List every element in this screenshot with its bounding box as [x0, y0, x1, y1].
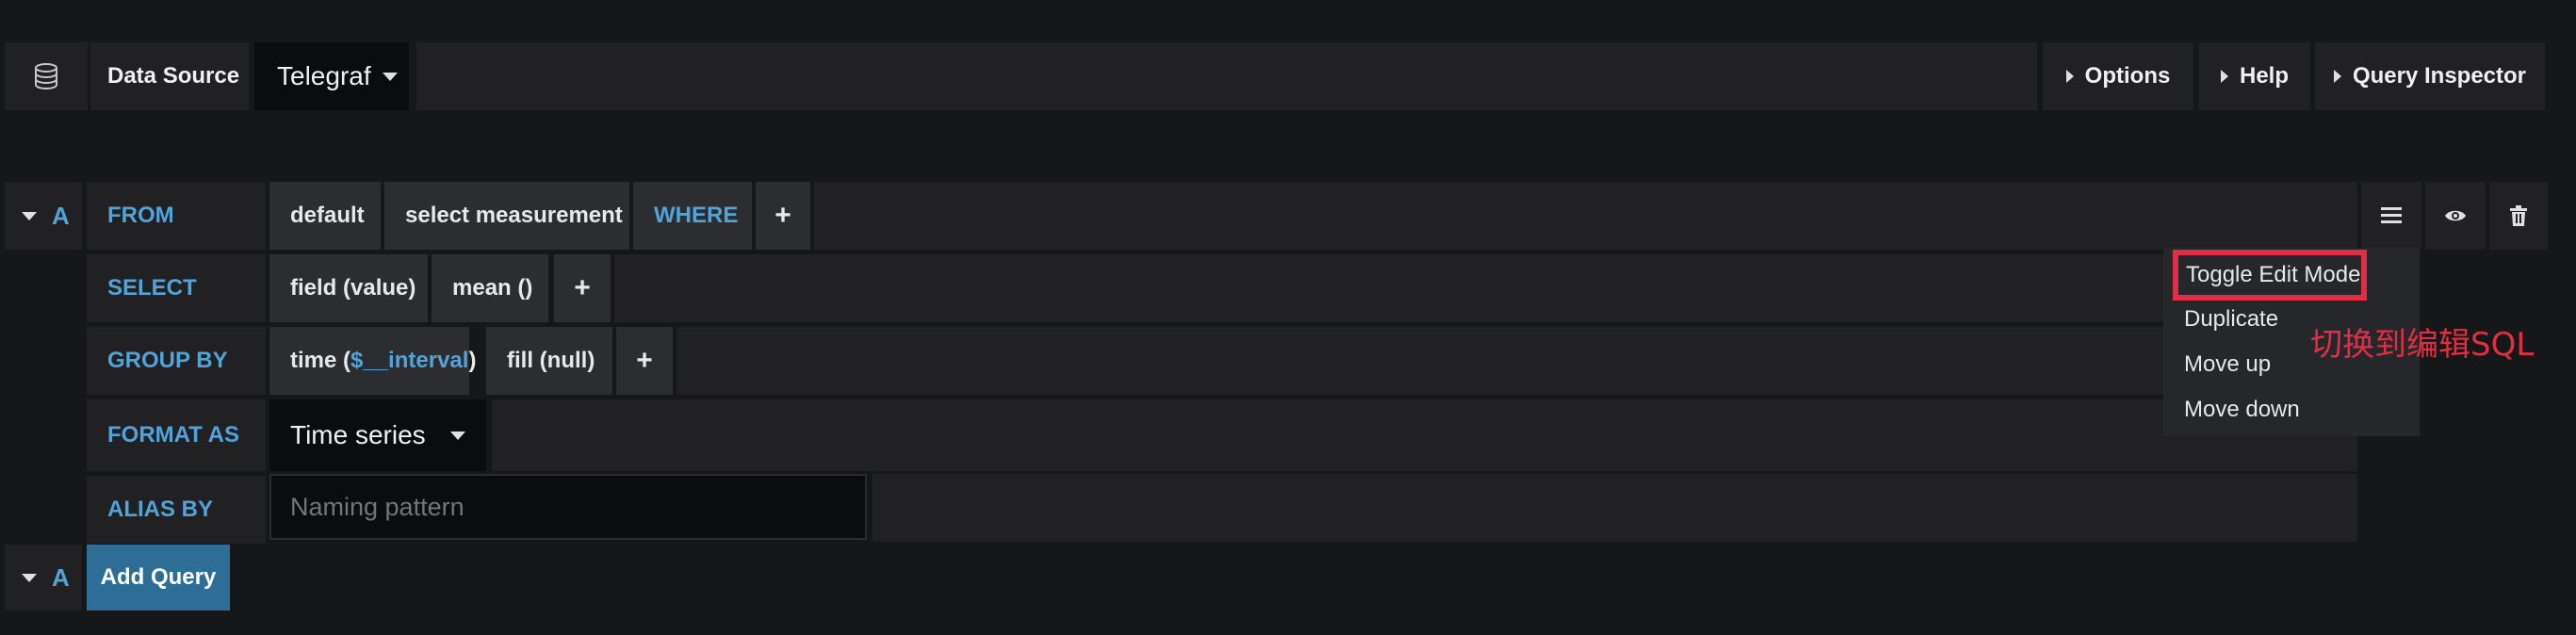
- from-keyword: FROM: [87, 182, 266, 250]
- add-group-by-button[interactable]: +: [616, 327, 673, 395]
- help-button[interactable]: Help: [2199, 42, 2310, 110]
- retention-policy-select[interactable]: default: [269, 182, 381, 250]
- caret-right-icon: [2333, 70, 2341, 83]
- chevron-down-icon: [450, 431, 465, 440]
- toggle-visibility-button[interactable]: [2425, 182, 2486, 250]
- fill-part[interactable]: fill (null): [486, 327, 612, 395]
- menu-item-toggle-edit-mode[interactable]: Toggle Edit Mode: [2186, 262, 2360, 288]
- query-menu-button[interactable]: [2361, 182, 2421, 250]
- chevron-down-icon: [22, 211, 37, 220]
- menu-item-move-up[interactable]: Move up: [2184, 351, 2271, 378]
- chevron-down-icon: [22, 573, 37, 582]
- annotation-text: 切换到编辑SQL: [2310, 326, 2535, 364]
- chevron-down-icon: [382, 72, 398, 81]
- help-label: Help: [2239, 63, 2289, 89]
- group-by-keyword: GROUP BY: [87, 327, 266, 395]
- select-keyword: SELECT: [87, 254, 266, 322]
- group-by-time-part[interactable]: time ($__interval): [269, 327, 476, 395]
- group-by-filler: [677, 327, 2357, 395]
- menu-item-move-down[interactable]: Move down: [2184, 397, 2300, 423]
- eye-icon: [2445, 210, 2466, 221]
- database-icon: [35, 63, 57, 90]
- query-inspector-label: Query Inspector: [2352, 63, 2527, 89]
- add-query-ref-column: A: [5, 545, 82, 611]
- options-label: Options: [2084, 63, 2171, 89]
- caret-right-icon: [2065, 70, 2074, 83]
- interval-variable: $__interval: [351, 348, 469, 373]
- datasource-icon-box: [5, 42, 88, 110]
- remove-query-button[interactable]: [2489, 182, 2548, 250]
- format-as-keyword: FORMAT AS: [87, 399, 266, 471]
- group-by-time-suffix: ): [468, 348, 477, 373]
- trash-icon: [2510, 205, 2527, 226]
- datasource-label: Data Source: [90, 42, 249, 110]
- where-keyword: WHERE: [633, 182, 752, 250]
- select-aggregation-part[interactable]: mean (): [432, 254, 548, 322]
- datasource-select[interactable]: Telegraf: [254, 42, 409, 110]
- select-field-part[interactable]: field (value): [269, 254, 428, 322]
- select-filler: [614, 254, 2357, 322]
- format-as-filler: [492, 399, 2357, 471]
- query-inspector-button[interactable]: Query Inspector: [2315, 42, 2545, 110]
- hamburger-icon: [2381, 207, 2402, 223]
- format-as-select[interactable]: Time series: [269, 399, 486, 471]
- add-query-ref-id: A: [52, 562, 70, 592]
- alias-filler: [872, 474, 2357, 542]
- datasource-value: Telegraf: [277, 61, 371, 90]
- alias-input[interactable]: [269, 474, 867, 540]
- datasource-filler: [416, 42, 2037, 110]
- add-query-button[interactable]: Add Query: [87, 545, 230, 611]
- alias-by-keyword: ALIAS BY: [87, 476, 266, 544]
- format-as-value: Time series: [290, 420, 426, 449]
- menu-item-duplicate[interactable]: Duplicate: [2184, 306, 2278, 333]
- add-select-part-button[interactable]: +: [554, 254, 611, 322]
- query-collapse-toggle[interactable]: A: [5, 182, 82, 250]
- add-where-button[interactable]: +: [756, 182, 810, 250]
- caret-right-icon: [2220, 70, 2228, 83]
- query-ref-id: A: [52, 201, 70, 230]
- options-button[interactable]: Options: [2043, 42, 2193, 110]
- group-by-time-prefix: time (: [290, 348, 351, 373]
- measurement-select[interactable]: select measurement: [384, 182, 629, 250]
- from-filler: [814, 182, 2357, 250]
